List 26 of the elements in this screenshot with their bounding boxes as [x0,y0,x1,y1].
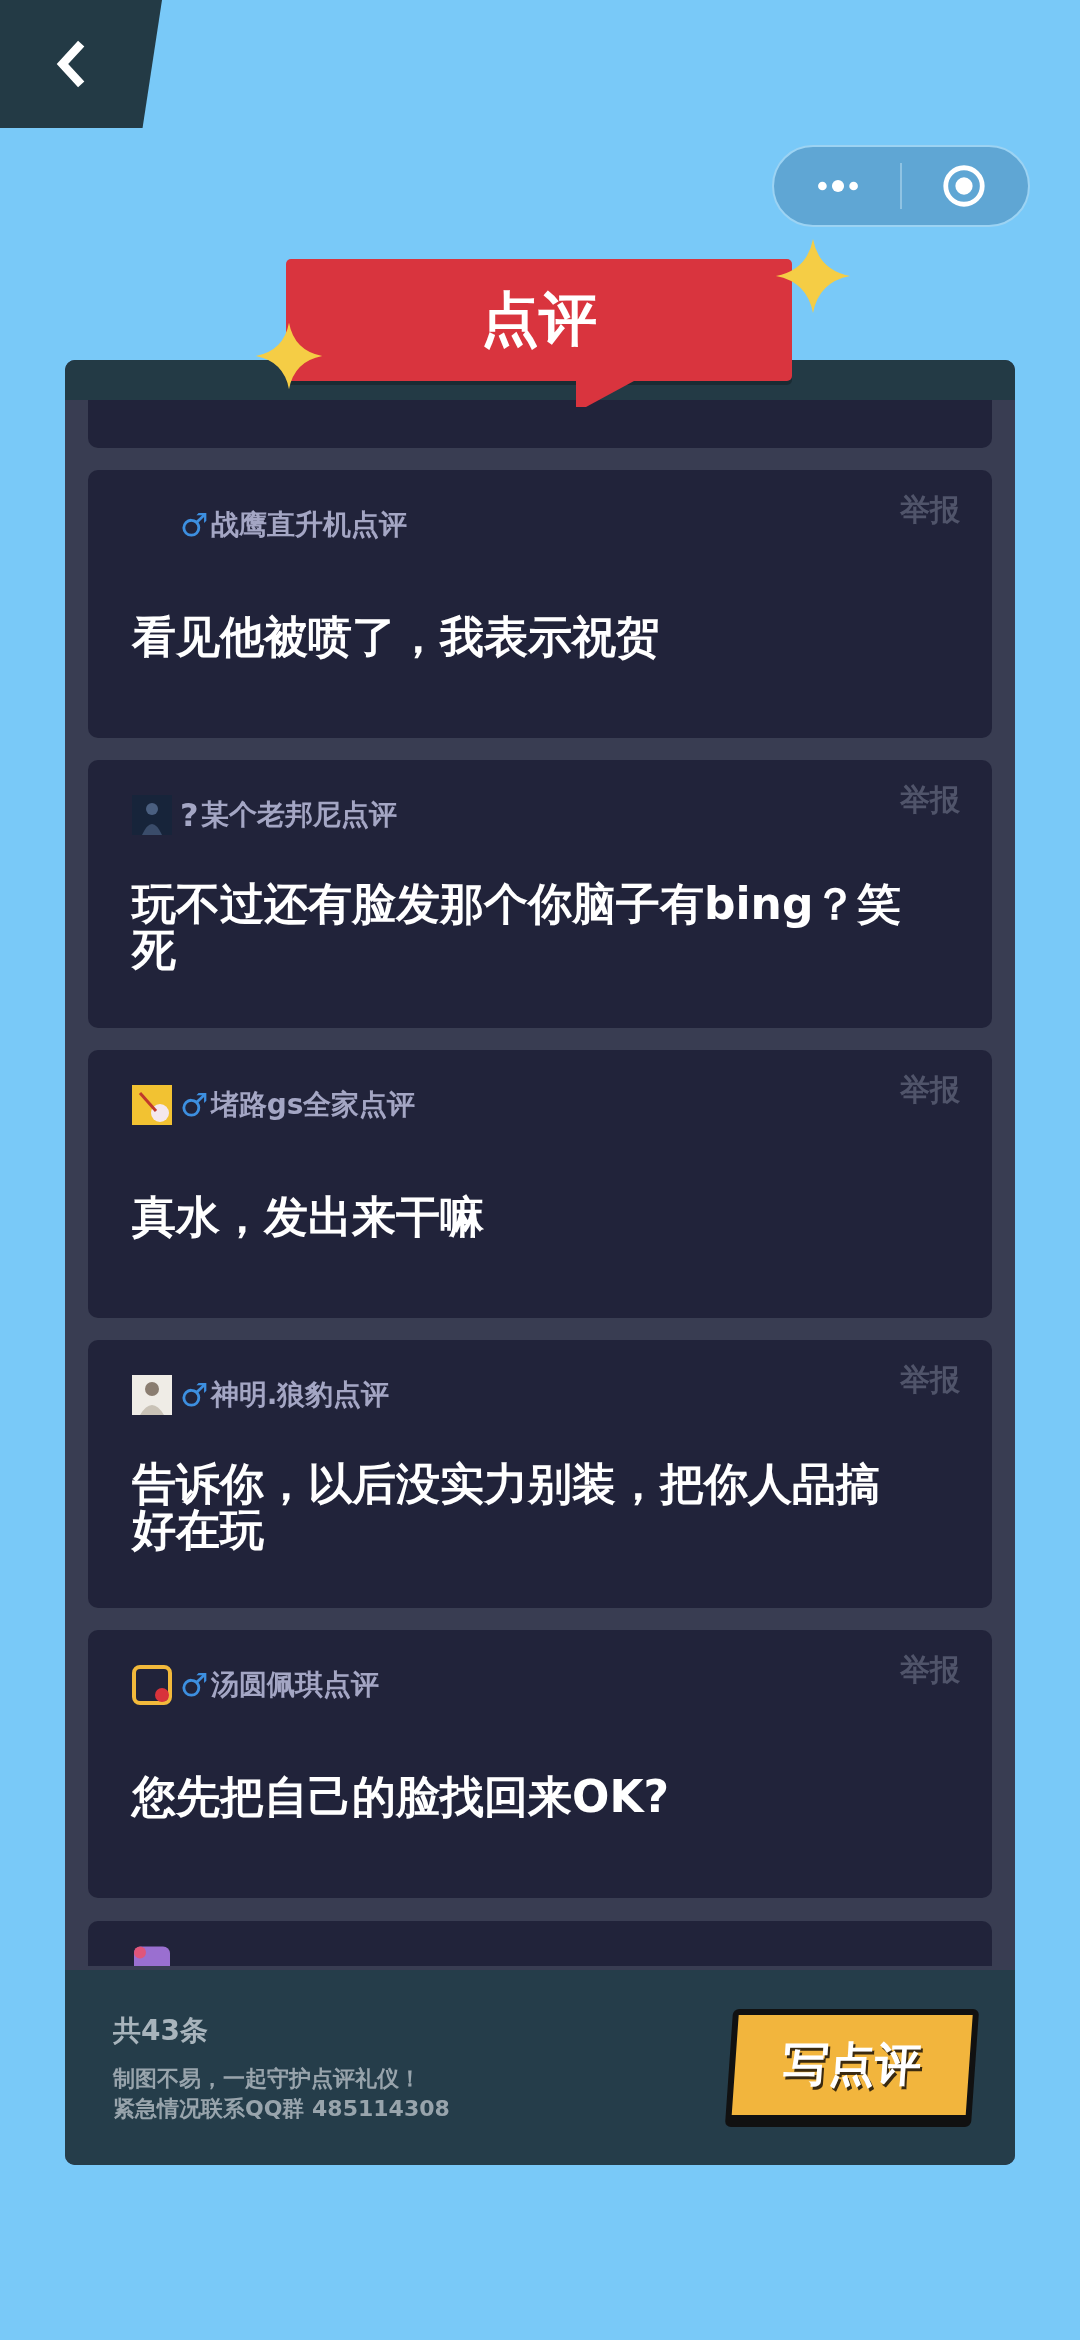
avatar [132,1085,172,1125]
comment-text: 看见他被喷了，我表示祝贺 [132,614,661,660]
notice-text: 制图不易，一起守护点评礼仪！ [113,2064,422,2093]
author-name: 堵路gs全家点评 [210,1087,416,1123]
comment-text: 玩不过还有脸发那个你脑子有bing？笑死 [132,881,903,973]
gender-mark: ♂ [180,1377,209,1413]
back-button[interactable] [0,0,162,128]
gender-mark: ♂ [180,507,209,543]
title: 点评 [481,284,597,355]
author-name: 神明.狼豹点评 [210,1377,390,1413]
comment-text: 您先把自己的脸找回来OK? [132,1774,671,1820]
comment-text: 告诉你，以后没实力别装，把你人品搞好在玩 [132,1461,881,1553]
write-review-button[interactable]: 写点评 [724,2008,980,2127]
author-name: 汤圆佩琪点评 [210,1667,379,1703]
target-icon[interactable] [940,162,988,210]
gender-mark: ♂ [180,1667,209,1703]
avatar [132,1375,172,1415]
gender-mark: ? [180,797,199,833]
comment-count: 共43条 [113,2012,209,2049]
avatar [132,1665,172,1705]
author-name: 战鹰直升机点评 [210,507,407,543]
notice-text: 紧急情况联系QQ群 485114308 [113,2094,450,2123]
author-name: 某个老邦尼点评 [200,797,397,833]
comment-text: 真水，发出来干嘛 [132,1194,485,1240]
gender-mark: ♂ [180,1087,209,1123]
avatar [132,795,172,835]
